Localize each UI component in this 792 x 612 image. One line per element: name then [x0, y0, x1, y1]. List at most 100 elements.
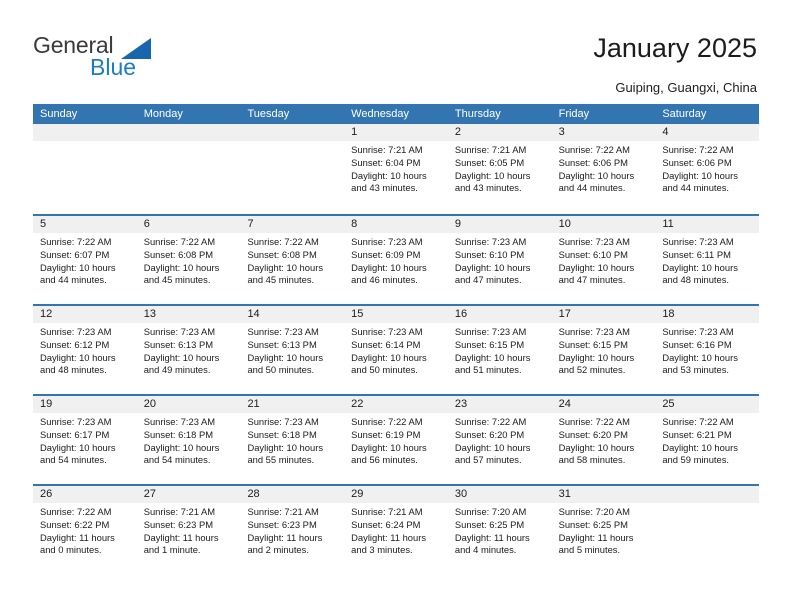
calendar-day-cell[interactable]: 8 Sunrise: 7:23 AM Sunset: 6:09 PM Daylight…	[344, 216, 448, 304]
calendar-day-cell[interactable]: 23 Sunrise: 7:22 AM Sunset: 6:20 PM Dayligh…	[447, 396, 552, 484]
day-details: Sunrise: 7:22 AM Sunset: 6:20 PM Daylight:…	[552, 413, 656, 467]
calendar-day-cell[interactable]: 27 Sunrise: 7:21 AM Sunset: 6:23 PM Dayligh…	[136, 486, 241, 574]
daylight-text-line2: and 3 minutes.	[351, 544, 413, 556]
calendar-day-cell[interactable]: 24 Sunrise: 7:22 AM Sunset: 6:20 PM Dayligh…	[551, 396, 656, 484]
calendar-day-cell[interactable]: 17 Sunrise: 7:23 AM Sunset: 6:15 PM Dayligh…	[551, 306, 656, 394]
day-number: 20	[136, 396, 241, 413]
calendar-day-cell[interactable]: 22 Sunrise: 7:22 AM Sunset: 6:19 PM Dayligh…	[344, 396, 448, 484]
sunrise-text: Sunrise: 7:20 AM	[558, 506, 630, 517]
calendar-day-cell[interactable]: 20 Sunrise: 7:23 AM Sunset: 6:18 PM Dayligh…	[136, 396, 241, 484]
sunrise-text: Sunrise: 7:23 AM	[247, 326, 319, 337]
day-number: 26	[33, 486, 137, 503]
daylight-text-line1: Daylight: 10 hours	[662, 441, 738, 453]
day-details: Sunrise: 7:23 AM Sunset: 6:10 PM Daylight:…	[448, 233, 552, 287]
calendar-day-cell[interactable]: 13 Sunrise: 7:23 AM Sunset: 6:13 PM Dayligh…	[136, 306, 241, 394]
sunrise-text: Sunrise: 7:22 AM	[351, 416, 423, 427]
sunset-text: Sunset: 6:18 PM	[247, 428, 317, 440]
day-number: 31	[551, 486, 656, 503]
weekday-header-friday: Friday	[558, 108, 590, 120]
day-number: 28	[240, 486, 345, 503]
day-number: 8	[344, 216, 448, 233]
calendar-day-cell[interactable]: 10 Sunrise: 7:23 AM Sunset: 6:10 PM Dayligh…	[551, 216, 656, 304]
sunrise-text: Sunrise: 7:22 AM	[662, 416, 734, 427]
weekday-header-row: Sunday Monday Tuesday Wednesday Thursday…	[33, 104, 759, 124]
day-number: 30	[447, 486, 552, 503]
sunset-text: Sunset: 6:18 PM	[143, 428, 214, 440]
day-details: Sunrise: 7:23 AM Sunset: 6:16 PM Daylight:…	[655, 323, 759, 377]
calendar-day-cell[interactable]: 3 Sunrise: 7:22 AM Sunset: 6:06 PM Daylight…	[551, 124, 656, 214]
day-details: Sunrise: 7:22 AM Sunset: 6:06 PM Daylight:…	[552, 141, 656, 195]
calendar-day-cell[interactable]: 12 Sunrise: 7:23 AM Sunset: 6:12 PM Dayligh…	[33, 306, 137, 394]
calendar-day-cell[interactable]: 1 Sunrise: 7:21 AM Sunset: 6:04 PM Daylight…	[344, 124, 448, 214]
sunrise-text: Sunrise: 7:23 AM	[454, 326, 527, 337]
day-number: 3	[551, 124, 656, 141]
day-number: 24	[551, 396, 656, 413]
calendar-day-cell[interactable]: 2 Sunrise: 7:21 AM Sunset: 6:05 PM Daylight…	[447, 124, 552, 214]
sunset-text: Sunset: 6:25 PM	[558, 518, 628, 530]
daylight-text-line2: and 0 minutes.	[40, 544, 102, 556]
sunrise-text: Sunrise: 7:22 AM	[40, 236, 112, 247]
calendar-week-row: 26 Sunrise: 7:22 AM Sunset: 6:22 PM Dayligh…	[33, 484, 760, 574]
sunset-text: Sunset: 6:24 PM	[351, 518, 421, 530]
calendar-day-cell[interactable]: 28 Sunrise: 7:21 AM Sunset: 6:23 PM Dayligh…	[240, 486, 345, 574]
sunset-text: Sunset: 6:22 PM	[40, 518, 110, 530]
daylight-text-line2: and 48 minutes.	[40, 364, 107, 376]
day-details: Sunrise: 7:22 AM Sunset: 6:22 PM Daylight:…	[33, 503, 137, 557]
calendar-day-cell[interactable]: 16 Sunrise: 7:23 AM Sunset: 6:15 PM Dayligh…	[447, 306, 552, 394]
day-details: Sunrise: 7:21 AM Sunset: 6:23 PM Daylight:…	[137, 503, 241, 557]
daylight-text-line2: and 58 minutes.	[558, 454, 626, 466]
calendar-day-cell[interactable]: 5 Sunrise: 7:22 AM Sunset: 6:07 PM Daylight…	[33, 216, 137, 304]
sunrise-text: Sunrise: 7:21 AM	[351, 144, 423, 155]
daylight-text-line2: and 54 minutes.	[143, 454, 211, 466]
weekday-header-saturday: Saturday	[662, 108, 707, 120]
calendar-day-cell[interactable]: 11 Sunrise: 7:23 AM Sunset: 6:11 PM Dayligh…	[655, 216, 760, 304]
sunrise-text: Sunrise: 7:21 AM	[351, 506, 423, 517]
day-number: 19	[33, 396, 137, 413]
daylight-text-line2: and 1 minute.	[143, 544, 201, 556]
page-subtitle: Guiping, Guangxi, China	[615, 80, 757, 95]
daylight-text-line2: and 52 minutes.	[558, 364, 626, 376]
daylight-text-line2: and 44 minutes.	[558, 182, 626, 194]
calendar-day-cell[interactable]: 7 Sunrise: 7:22 AM Sunset: 6:08 PM Daylight…	[240, 216, 345, 304]
day-details: Sunrise: 7:21 AM Sunset: 6:23 PM Daylight:…	[240, 503, 344, 557]
calendar-day-cell[interactable]: 4 Sunrise: 7:22 AM Sunset: 6:06 PM Daylight…	[655, 124, 760, 214]
day-number	[655, 486, 760, 503]
calendar-day-cell[interactable]: 9 Sunrise: 7:23 AM Sunset: 6:10 PM Daylight…	[447, 216, 552, 304]
daylight-text-line1: Daylight: 11 hours	[143, 531, 219, 543]
daylight-text-line2: and 50 minutes.	[247, 364, 315, 376]
calendar-day-cell[interactable]: 30 Sunrise: 7:20 AM Sunset: 6:25 PM Dayligh…	[447, 486, 552, 574]
daylight-text-line2: and 49 minutes.	[143, 364, 211, 376]
calendar-day-cell[interactable]: 29 Sunrise: 7:21 AM Sunset: 6:24 PM Dayligh…	[344, 486, 448, 574]
day-number: 12	[33, 306, 137, 323]
sunset-text: Sunset: 6:13 PM	[247, 338, 317, 350]
daylight-text-line1: Daylight: 11 hours	[454, 531, 530, 543]
daylight-text-line1: Daylight: 10 hours	[454, 441, 531, 453]
day-number: 1	[344, 124, 448, 141]
calendar-day-cell[interactable]: 18 Sunrise: 7:23 AM Sunset: 6:16 PM Dayligh…	[655, 306, 760, 394]
sunset-text: Sunset: 6:05 PM	[454, 156, 525, 168]
calendar-day-cell[interactable]: 14 Sunrise: 7:23 AM Sunset: 6:13 PM Dayligh…	[240, 306, 345, 394]
calendar-day-cell[interactable]: 31 Sunrise: 7:20 AM Sunset: 6:25 PM Dayligh…	[551, 486, 656, 574]
page-title: January 2025	[593, 33, 757, 63]
calendar-day-cell[interactable]: 26 Sunrise: 7:22 AM Sunset: 6:22 PM Dayligh…	[33, 486, 137, 574]
daylight-text-line2: and 51 minutes.	[454, 364, 522, 376]
sunrise-text: Sunrise: 7:22 AM	[558, 416, 630, 427]
day-number: 16	[447, 306, 552, 323]
daylight-text-line2: and 47 minutes.	[454, 274, 522, 286]
generalblue-logo[interactable]: General Blue	[33, 33, 253, 83]
calendar-day-cell[interactable]: 15 Sunrise: 7:23 AM Sunset: 6:14 PM Dayligh…	[344, 306, 448, 394]
sunset-text: Sunset: 6:12 PM	[40, 338, 110, 350]
calendar-day-cell[interactable]: 19 Sunrise: 7:23 AM Sunset: 6:17 PM Dayligh…	[33, 396, 137, 484]
sunrise-text: Sunrise: 7:23 AM	[662, 326, 734, 337]
sunset-text: Sunset: 6:10 PM	[454, 248, 525, 260]
sunset-text: Sunset: 6:15 PM	[454, 338, 525, 350]
calendar-week-row: 5 Sunrise: 7:22 AM Sunset: 6:07 PM Daylight…	[33, 214, 760, 304]
calendar-day-cell[interactable]: 25 Sunrise: 7:22 AM Sunset: 6:21 PM Dayligh…	[655, 396, 760, 484]
day-details: Sunrise: 7:23 AM Sunset: 6:10 PM Daylight:…	[552, 233, 656, 287]
day-number	[136, 124, 241, 141]
sunrise-text: Sunrise: 7:23 AM	[247, 416, 319, 427]
daylight-text-line2: and 54 minutes.	[40, 454, 107, 466]
sunset-text: Sunset: 6:23 PM	[143, 518, 214, 530]
calendar-day-cell[interactable]: 21 Sunrise: 7:23 AM Sunset: 6:18 PM Dayligh…	[240, 396, 345, 484]
calendar-day-cell[interactable]: 6 Sunrise: 7:22 AM Sunset: 6:08 PM Daylight…	[136, 216, 241, 304]
